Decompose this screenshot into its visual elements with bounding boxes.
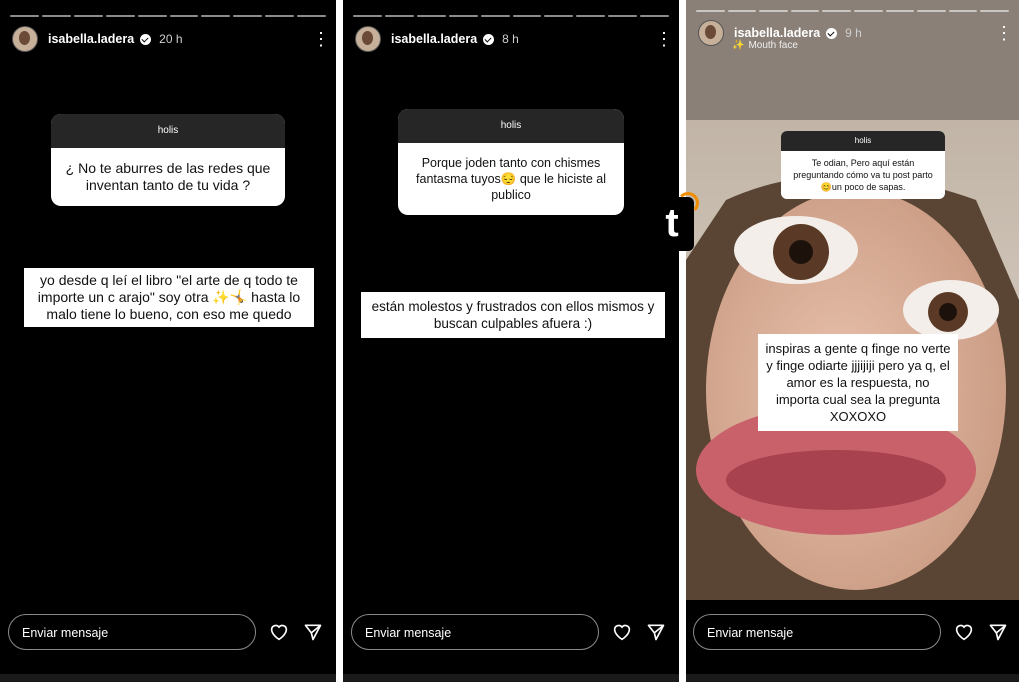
send-message-input[interactable]: Enviar mensaje: [693, 614, 941, 650]
verified-badge-icon: [826, 27, 838, 39]
question-text: Porque joden tanto con chismes fantasma …: [416, 156, 606, 202]
story-panel-1[interactable]: isabella.ladera 20 h ⋮ holis ¿ No te abu…: [0, 0, 336, 682]
question-sticker-header: holis: [398, 109, 624, 143]
send-icon[interactable]: [302, 621, 324, 643]
verified-badge-icon: [140, 33, 152, 45]
story-panel-3[interactable]: isabella.ladera 9 h ⋮ ✨ Mouth face holis …: [686, 0, 1019, 682]
bottom-bar: [686, 674, 1019, 682]
story-footer: Enviar mensaje: [693, 613, 1009, 651]
verified-badge-icon: [483, 33, 495, 45]
question-sticker: holis ¿ No te aburres de las redes que i…: [51, 114, 285, 206]
avatar[interactable]: [355, 26, 381, 52]
story-footer: Enviar mensaje: [351, 613, 667, 651]
story-progress-bar: [10, 15, 327, 17]
sparkle-icon: ✨: [732, 40, 745, 51]
heart-icon[interactable]: [268, 621, 290, 643]
effect-label[interactable]: ✨ Mouth face: [732, 40, 798, 51]
more-vertical-icon[interactable]: ⋮: [312, 30, 330, 48]
send-message-input[interactable]: Enviar mensaje: [8, 614, 256, 650]
more-vertical-icon[interactable]: ⋮: [995, 24, 1013, 42]
logo-signal-icon: [677, 192, 699, 214]
username[interactable]: isabella.ladera: [48, 32, 134, 46]
story-header: isabella.ladera 8 h ⋮: [355, 26, 673, 52]
bottom-bar: [343, 674, 679, 682]
post-time: 8 h: [502, 32, 519, 46]
question-text: ¿ No te aburres de las redes que inventa…: [65, 160, 271, 193]
story-progress-bar: [353, 15, 670, 17]
effect-name: Mouth face: [748, 40, 798, 51]
story-footer: Enviar mensaje: [8, 613, 324, 651]
avatar[interactable]: [698, 20, 724, 46]
send-message-input[interactable]: Enviar mensaje: [351, 614, 599, 650]
story-panel-2[interactable]: isabella.ladera 8 h ⋮ holis Porque joden…: [343, 0, 679, 682]
post-time: 20 h: [159, 32, 183, 46]
answer-text: inspiras a gente q finge no verte y fing…: [758, 334, 958, 431]
question-sticker: holis Te odian, Pero aquí están pregunta…: [781, 131, 945, 199]
bottom-bar: [0, 674, 336, 682]
send-icon[interactable]: [987, 621, 1009, 643]
more-vertical-icon[interactable]: ⋮: [655, 30, 673, 48]
heart-icon[interactable]: [953, 621, 975, 643]
avatar[interactable]: [12, 26, 38, 52]
question-text: Te odian, Pero aquí están preguntando có…: [793, 158, 933, 192]
answer-text: están molestos y frustrados con ellos mi…: [361, 292, 665, 338]
question-sticker-header: holis: [781, 131, 945, 151]
answer-text: yo desde q leí el libro "el arte de q to…: [24, 268, 314, 327]
story-header: isabella.ladera 20 h ⋮: [12, 26, 330, 52]
question-sticker: holis Porque joden tanto con chismes fan…: [398, 109, 624, 215]
story-progress-bar: [696, 10, 1009, 12]
question-sticker-header: holis: [51, 114, 285, 148]
post-time: 9 h: [845, 26, 862, 40]
heart-icon[interactable]: [611, 621, 633, 643]
username[interactable]: isabella.ladera: [734, 26, 820, 40]
username[interactable]: isabella.ladera: [391, 32, 477, 46]
send-icon[interactable]: [645, 621, 667, 643]
